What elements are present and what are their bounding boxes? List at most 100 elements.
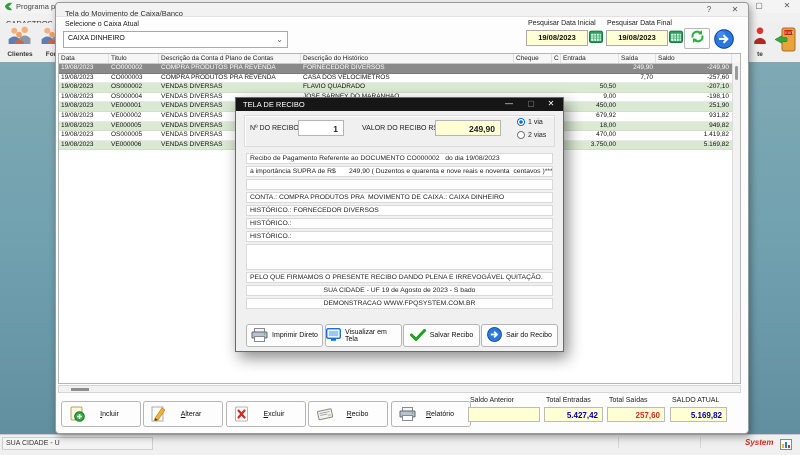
table-cell-c [552,64,561,73]
via-radio-option[interactable]: 1 via [517,118,543,126]
column-header[interactable]: Entrada [561,54,619,63]
table-cell-c [552,74,561,83]
table-cell-cheque [514,83,552,92]
receipt-modal-titlebar[interactable]: TELA DE RECIBO — ▢ ✕ [236,98,563,111]
refresh-icon [689,29,706,49]
table-cell-data: 19/08/2023 [59,112,109,121]
table-cell-saida [619,83,656,92]
relat-rio-button[interactable]: Relatório [391,401,471,427]
table-cell-titulo: VE000006 [109,141,159,150]
excluir-button[interactable]: Excluir [226,401,306,427]
date-end-input[interactable]: 19/08/2023 [606,30,668,46]
recibo-button[interactable]: Recibo [308,401,388,427]
column-header[interactable]: Data [59,54,109,63]
alterar-button[interactable]: Alterar [143,401,223,427]
visualizar-em-tela-button[interactable]: Visualizar em Tela [325,324,402,347]
table-cell-historico: CASA DOS VELOCIMETROS [301,74,514,83]
button-label: Salvar Recibo [430,332,474,339]
person-red-icon [752,32,768,49]
printer-icon [251,328,268,344]
modal-maximize-button[interactable]: ▢ [521,98,541,111]
button-label: Imprimir Direto [272,332,318,339]
table-cell-saida [619,112,656,121]
column-header[interactable]: Cheque [514,54,552,63]
table-row[interactable]: 19/08/2023CO000003COMPRA PRODUTOS PRA RE… [59,74,740,84]
column-header[interactable]: Titulo [109,54,159,63]
button-label: Incluir [85,411,134,418]
modal-minimize-button[interactable]: — [499,98,519,111]
vertical-scrollbar[interactable] [732,63,740,384]
statusbar-location: SUA CIDADE - U [2,437,153,450]
sair-do-recibo-button[interactable]: Sair do Recibo [481,324,558,347]
table-cell-data: 19/08/2023 [59,93,109,102]
receipt-number-label: Nº DO RECIBO [250,125,299,132]
receipt-number-input[interactable]: 1 [298,120,344,136]
receipt-line: HISTÓRICO.: FORNECEDOR DIVERSOS [246,205,553,216]
printer-icon [399,407,416,421]
window-help-button[interactable]: ? [698,3,720,16]
table-cell-titulo: OS000002 [109,83,159,92]
table-cell-saldo: -257,60 [656,74,732,83]
vertical-scrollbar-thumb[interactable] [735,66,738,80]
incluir-button[interactable]: Incluir [61,401,141,427]
table-cell-data: 19/08/2023 [59,102,109,111]
chevron-down-icon: ⌄ [276,33,283,47]
table-header-row: DataTituloDescrição da Conta d Plano de … [59,54,740,64]
toolbar-exit-button[interactable]: EXIT [772,26,798,58]
receipt-value-input[interactable]: 249,90 [435,120,501,136]
table-cell-data: 19/08/2023 [59,141,109,150]
app-maximize-button[interactable]: ▢ [752,1,766,10]
calendar-icon[interactable] [589,30,604,45]
table-cell-historico: FLAVIO QUADRADO [301,83,514,92]
table-cell-data: 19/08/2023 [59,83,109,92]
receipt-line: HISTÓRICO.: [246,218,553,229]
column-header[interactable]: Descrição da Conta d Plano de Contas [159,54,301,63]
table-cell-saldo: -198,10 [656,93,732,102]
table-cell-data: 19/08/2023 [59,131,109,140]
app-close-button[interactable]: ✕ [780,1,794,10]
column-header[interactable]: C [552,54,561,63]
table-cell-saida [619,141,656,150]
modal-close-button[interactable]: ✕ [541,98,561,111]
radio-icon[interactable] [517,131,525,139]
receipt-icon [316,407,334,422]
toolbar-right-partial-button[interactable]: te [748,26,772,58]
search-go-button[interactable] [714,29,734,49]
delete-icon [234,406,249,422]
radio-icon[interactable] [517,118,525,126]
table-cell-titulo: VE000001 [109,102,159,111]
total-value: 5.427,42 [544,407,603,422]
refresh-button[interactable] [684,28,710,49]
table-cell-saldo: -249,90 [656,64,732,73]
salvar-recibo-button[interactable]: Salvar Recibo [403,324,480,347]
caixa-select[interactable]: CAIXA DINHEIRO ⌄ [63,31,288,48]
column-header[interactable]: Saldo [656,54,732,63]
table-cell-saida: 249,90 [619,64,656,73]
imprimir-direto-button[interactable]: Imprimir Direto [246,324,323,347]
table-row[interactable]: 19/08/2023OS000002VENDAS DIVERSASFLAVIO … [59,83,740,93]
calendar-icon[interactable] [669,30,684,45]
button-label: Excluir [249,411,299,418]
receipt-line: DEMONSTRACAO WWW.FPQSYSTEM.COM.BR [246,298,553,309]
column-header[interactable]: Saída [619,54,656,63]
via-radio-option[interactable]: 2 vias [517,131,546,139]
column-header[interactable]: Descrição do Histórico [301,54,514,63]
table-cell-saida: 7,70 [619,74,656,83]
app-icon [4,2,13,11]
caixa-select-value: CAIXA DINHEIRO [68,35,125,42]
button-label: Visualizar em Tela [345,329,401,343]
toolbar-clientes-button[interactable]: Clientes [3,26,37,58]
date-end-label: Pesquisar Data Final [607,20,672,27]
window-close-button[interactable]: ✕ [724,3,746,16]
movement-window-titlebar[interactable]: Tela do Movimento de Caixa/Banco ? ✕ [56,3,748,17]
horizontal-scrollbar-thumb[interactable] [71,388,89,391]
table-cell-saldo: 5.169,82 [656,141,732,150]
exit-door-icon: EXIT [773,40,797,57]
horizontal-scrollbar[interactable] [58,385,741,393]
table-row[interactable]: 19/08/2023CO000002COMPRA PRODUTOS PRA RE… [59,64,740,74]
receipt-line: CONTA.: COMPRA PRODUTOS PRA MOVIMENTO DE… [246,192,553,203]
table-cell-entrada: 3.750,00 [561,141,619,150]
total-label: Total Saídas [609,397,648,404]
button-label: Relatório [416,411,464,418]
date-start-input[interactable]: 19/08/2023 [526,30,588,46]
